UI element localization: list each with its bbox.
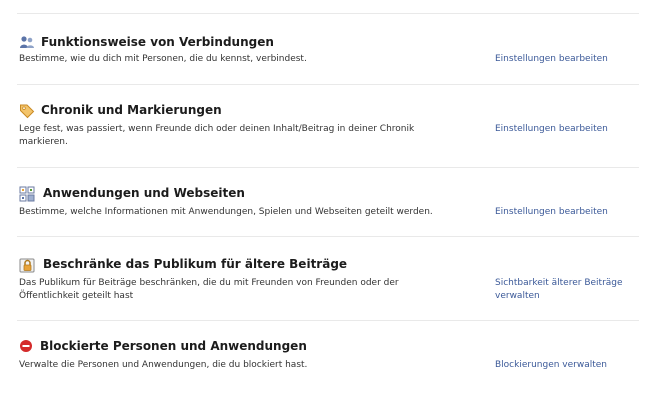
section-title: Chronik und Markierungen bbox=[41, 103, 222, 117]
section-title: Beschränke das Publikum für ältere Beitr… bbox=[43, 257, 348, 271]
section-description: Bestimme, welche Informationen mit Anwen… bbox=[19, 207, 433, 217]
divider bbox=[17, 320, 639, 321]
lock-icon bbox=[19, 257, 35, 273]
block-icon bbox=[19, 339, 35, 355]
edit-settings-link[interactable]: Einstellungen bearbeiten bbox=[495, 123, 635, 136]
section-description: Bestimme, wie du dich mit Personen, die … bbox=[19, 54, 307, 64]
section-description: Verwalte die Personen und Anwendungen, d… bbox=[19, 360, 308, 370]
apps-icon bbox=[19, 186, 35, 202]
section-title: Funktionsweise von Verbindungen bbox=[41, 35, 274, 49]
manage-blocking-link[interactable]: Blockierungen verwalten bbox=[495, 359, 635, 372]
people-icon bbox=[19, 35, 35, 51]
section-description: Lege fest, was passiert, wenn Freunde di… bbox=[19, 124, 415, 147]
privacy-settings-list: Funktionsweise von Verbindungen Bestimme… bbox=[0, 0, 650, 396]
divider bbox=[17, 84, 639, 85]
section-description: Das Publikum für Beiträge beschränken, d… bbox=[19, 278, 399, 301]
divider bbox=[17, 236, 639, 237]
section-title: Anwendungen und Webseiten bbox=[43, 186, 245, 200]
edit-settings-link[interactable]: Einstellungen bearbeiten bbox=[495, 206, 635, 219]
tag-icon bbox=[19, 103, 35, 119]
manage-old-posts-link[interactable]: Sichtbarkeit älterer Beiträge verwalten bbox=[495, 277, 630, 303]
divider bbox=[17, 13, 639, 14]
edit-settings-link[interactable]: Einstellungen bearbeiten bbox=[495, 53, 635, 66]
divider bbox=[17, 167, 639, 168]
section-title: Blockierte Personen und Anwendungen bbox=[40, 339, 307, 353]
